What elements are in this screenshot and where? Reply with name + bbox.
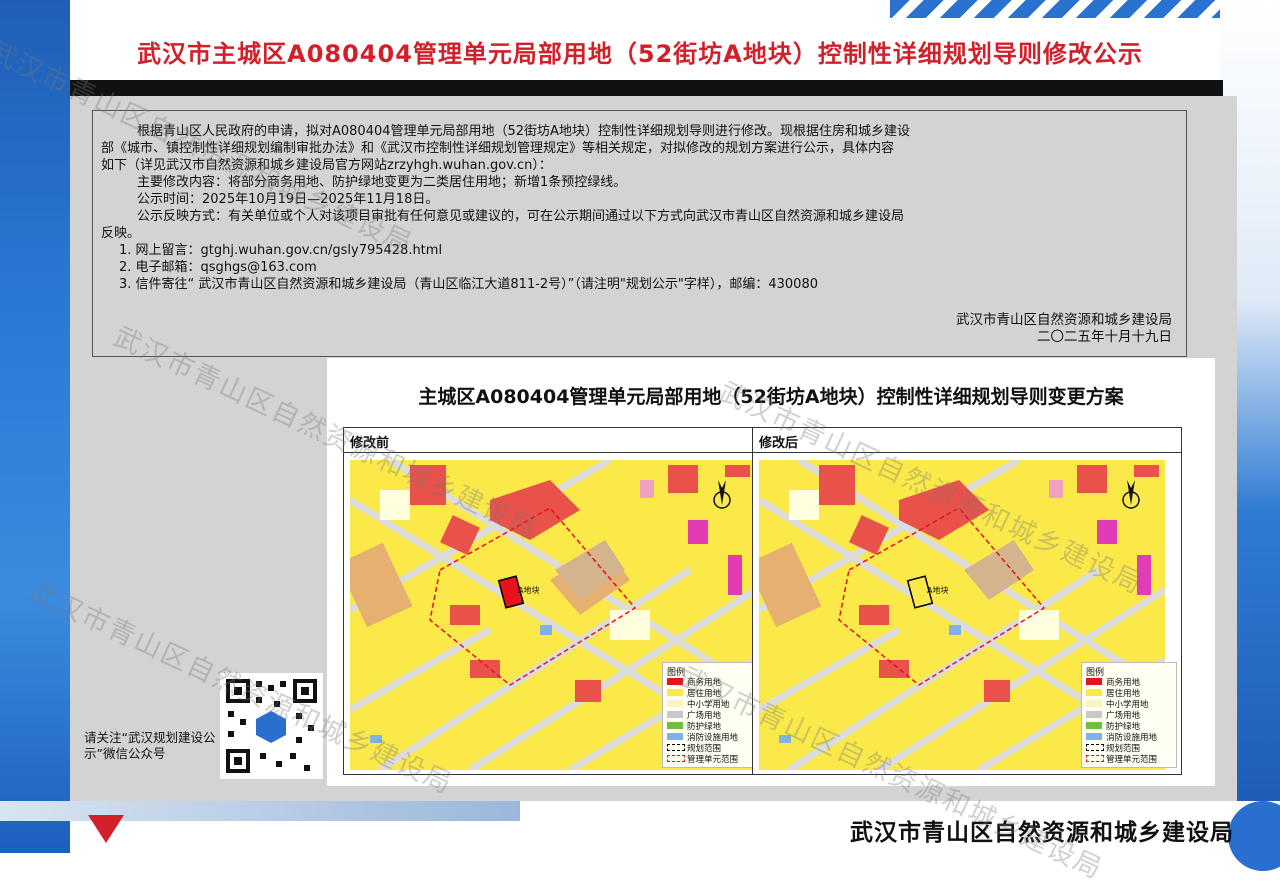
bureau-logo-icon xyxy=(88,815,124,843)
after-header: 修改后 xyxy=(753,428,1181,453)
legend-swatch xyxy=(667,744,685,751)
notice-item-web: 1. 网上留言：gtghj.wuhan.gov.cn/gsly795428.ht… xyxy=(119,243,443,258)
top-stripe-decoration xyxy=(890,0,1220,18)
footer-city-strip xyxy=(0,801,520,821)
notice-line-2: 部《城市、镇控制性详细规划编制审批办法》和《武汉市控制性详细规划管理规定》等相关… xyxy=(101,141,895,156)
legend-swatch xyxy=(1086,678,1102,685)
before-label: 修改前 xyxy=(350,436,390,451)
notice-item-email: 2. 电子邮箱：qsghgs@163.com xyxy=(119,260,317,275)
notice-date: 二〇二五年十月十九日 xyxy=(1037,329,1172,345)
before-parcel-label: A地块 xyxy=(518,585,539,595)
before-legend: 图例 商务用地 居住用地 中小学用地 广场用地 防护绿地 消防设施用地 规划范围 管理单元范围 xyxy=(662,662,758,768)
notice-period: 公示时间：2025年10月19日—2025年11月18日。 xyxy=(137,192,439,207)
footer-band: 武汉市青山区自然资源和城乡建设局 xyxy=(520,801,1280,871)
before-header: 修改前 xyxy=(344,428,772,453)
legend-swatch xyxy=(667,711,683,718)
after-parcel-label: A地块 xyxy=(927,585,948,595)
after-legend: 图例 商务用地 居住用地 中小学用地 广场用地 防护绿地 消防设施用地 规划范围 管理单元范围 xyxy=(1081,662,1177,768)
footer: 武汉市青山区自然资源和城乡建设局 xyxy=(0,801,1280,871)
title-underline-bar xyxy=(70,80,1223,96)
notice-line-3: 如下（详见武汉市自然资源和城乡建设局官方网站zrzyhgh.wuhan.gov.… xyxy=(101,158,552,173)
left-blue-border xyxy=(0,0,70,853)
wechat-qr-code xyxy=(220,673,323,779)
legend-swatch xyxy=(667,733,683,740)
legend-swatch xyxy=(1086,689,1102,696)
legend-swatch xyxy=(1086,722,1102,729)
notice-item-mail: 3. 信件寄往“ 武汉市青山区自然资源和城乡建设局（青山区临江大道811-2号）… xyxy=(119,277,818,292)
legend-swatch xyxy=(667,700,683,707)
notice-line-1: 根据青山区人民政府的申请，拟对A080404管理单元局部用地（52街坊A地块）控… xyxy=(137,124,910,139)
footer-circle-decoration xyxy=(1228,801,1280,871)
legend-swatch xyxy=(667,722,683,729)
legend-swatch xyxy=(1086,733,1102,740)
notice-content: 主要修改内容：将部分商务用地、防护绿地变更为二类居住用地；新增1条预控绿线。 xyxy=(137,175,627,190)
qr-icon xyxy=(220,673,323,779)
plan-title: 主城区A080404管理单元局部用地（52街坊A地块）控制性详细规划导则变更方案 xyxy=(418,386,1124,408)
after-map-pane: 修改后 A地块 图例 商务用地 居住用地 中小学用地 广场用地 防护绿地 消防设… xyxy=(752,427,1182,775)
footer-bureau-name: 武汉市青山区自然资源和城乡建设局 xyxy=(850,820,1234,846)
notice-feedback-1: 公示反映方式：有关单位或个人对该项目审批有任何意见或建议的，可在公示期间通过以下… xyxy=(137,209,905,224)
legend-title: 图例 xyxy=(1086,668,1105,678)
notice-feedback-2: 反映。 xyxy=(101,226,141,241)
page-title: 武汉市主城区A080404管理单元局部用地（52街坊A地块）控制性详细规划导则修… xyxy=(137,40,1143,68)
legend-label: 管理单元范围 xyxy=(687,755,739,765)
legend-swatch xyxy=(1086,744,1104,751)
legend-label: 管理单元范围 xyxy=(1106,755,1158,765)
legend-swatch xyxy=(667,755,685,762)
legend-swatch xyxy=(667,678,683,685)
legend-swatch xyxy=(1086,700,1102,707)
legend-swatch xyxy=(1086,711,1102,718)
notice-text-box: 根据青山区人民政府的申请，拟对A080404管理单元局部用地（52街坊A地块）控… xyxy=(92,110,1187,357)
legend-swatch xyxy=(1086,755,1104,762)
legend-swatch xyxy=(667,689,683,696)
legend-title: 图例 xyxy=(667,668,686,678)
before-map-pane: 修改前 A地块 图例 商务用地 居住用地 中小学用地 广场用地 防护绿地 消防设… xyxy=(343,427,773,775)
after-label: 修改后 xyxy=(759,436,799,451)
qr-caption: 请关注“武汉规划建设公示”微信公众号 xyxy=(84,730,216,761)
